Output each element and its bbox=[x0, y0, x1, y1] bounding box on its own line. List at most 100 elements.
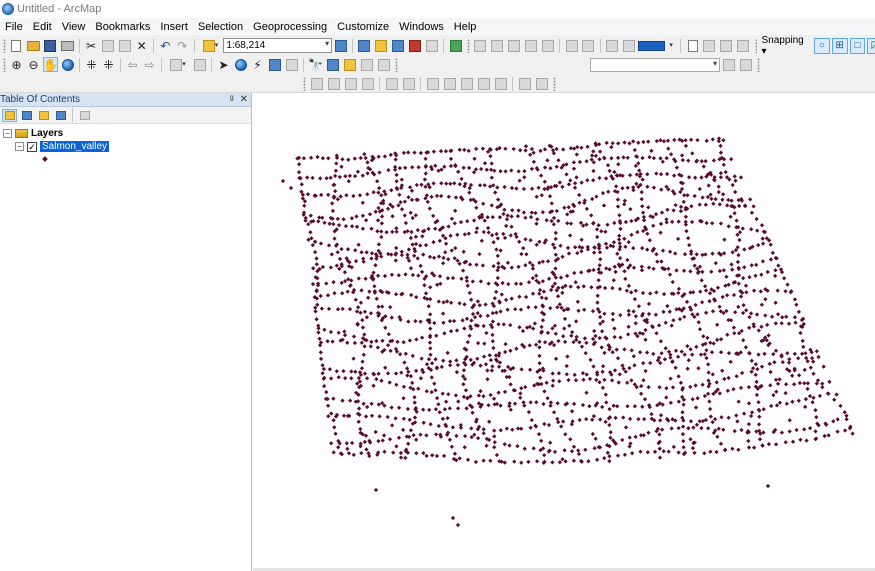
reshape-button[interactable] bbox=[490, 38, 505, 53]
layer-visibility-checkbox[interactable]: ✓ bbox=[27, 141, 37, 152]
draw-tool-5[interactable] bbox=[384, 76, 399, 91]
redo-button[interactable]: ↷ bbox=[175, 38, 190, 53]
layer-outline-button[interactable] bbox=[622, 38, 637, 53]
zoom-out-button[interactable]: ⊖ bbox=[26, 57, 41, 72]
draw-tool-13[interactable] bbox=[534, 76, 549, 91]
full-extent-button[interactable] bbox=[60, 57, 75, 72]
menu-selection[interactable]: Selection bbox=[198, 21, 243, 33]
snap-edge-button[interactable]: ◸ bbox=[867, 37, 875, 54]
toolbar-grip[interactable] bbox=[303, 76, 306, 91]
pan-button[interactable]: ✋ bbox=[43, 57, 58, 72]
draw-tool-2[interactable] bbox=[326, 76, 341, 91]
search-window-button[interactable] bbox=[391, 38, 406, 53]
print-button[interactable] bbox=[60, 38, 75, 53]
refresh-button[interactable] bbox=[719, 38, 734, 53]
edit-vertices-button[interactable] bbox=[473, 38, 488, 53]
snapping-menu[interactable]: Snapping ▾ bbox=[761, 35, 810, 57]
zoom-in-button[interactable]: ⊕ bbox=[9, 57, 24, 72]
layer-dropdown[interactable]: ▾ bbox=[590, 57, 720, 72]
menu-edit[interactable]: Edit bbox=[33, 21, 52, 33]
fixed-zoom-in-button[interactable]: ⁜ bbox=[84, 57, 99, 72]
draw-tool-3[interactable] bbox=[343, 76, 358, 91]
list-by-selection-button[interactable] bbox=[53, 109, 68, 122]
collapse-icon[interactable]: − bbox=[15, 142, 24, 151]
editor-toolbar-button[interactable] bbox=[333, 38, 348, 53]
toolbar-grip[interactable] bbox=[757, 57, 760, 72]
pause-drawing-button[interactable] bbox=[736, 38, 751, 53]
undo-button[interactable]: ↶ bbox=[158, 38, 173, 53]
menu-view[interactable]: View bbox=[62, 21, 86, 33]
go-to-xy-button[interactable] bbox=[342, 57, 357, 72]
draw-tool-9[interactable] bbox=[459, 76, 474, 91]
toolbar-grip[interactable] bbox=[553, 76, 556, 91]
list-by-drawing-order-button[interactable] bbox=[2, 108, 17, 122]
menu-insert[interactable]: Insert bbox=[160, 21, 188, 33]
menu-windows[interactable]: Windows bbox=[399, 21, 444, 33]
copy-button[interactable] bbox=[100, 38, 115, 53]
menu-file[interactable]: File bbox=[5, 21, 23, 33]
model-builder-button[interactable] bbox=[448, 38, 463, 53]
toc-window-button[interactable] bbox=[357, 38, 372, 53]
map-display[interactable] bbox=[253, 93, 875, 571]
split-button[interactable] bbox=[524, 38, 539, 53]
toolbar-grip[interactable] bbox=[395, 57, 398, 72]
menu-bookmarks[interactable]: Bookmarks bbox=[95, 21, 150, 33]
draw-tool-1[interactable] bbox=[309, 76, 324, 91]
draw-tool-7[interactable] bbox=[425, 76, 440, 91]
georef-button-1[interactable] bbox=[721, 57, 736, 72]
toolbar-grip[interactable] bbox=[754, 38, 758, 53]
map-canvas[interactable] bbox=[253, 93, 875, 571]
toolbar-grip[interactable] bbox=[3, 38, 6, 53]
select-elements-button[interactable]: ➤ bbox=[216, 57, 231, 72]
draw-tool-12[interactable] bbox=[517, 76, 532, 91]
find-route-button[interactable] bbox=[325, 57, 340, 72]
draw-tool-6[interactable] bbox=[401, 76, 416, 91]
draw-tool-4[interactable] bbox=[360, 76, 375, 91]
snap-end-button[interactable]: ⊞ bbox=[831, 37, 848, 54]
catalog-window-button[interactable] bbox=[374, 38, 389, 53]
color-dropdown-button[interactable]: ▾ bbox=[666, 38, 676, 53]
layer-color-button[interactable] bbox=[605, 38, 620, 53]
viewer-window-button[interactable] bbox=[376, 57, 391, 72]
cut-polygon-button[interactable] bbox=[507, 38, 522, 53]
list-by-visibility-button[interactable] bbox=[36, 109, 51, 122]
fixed-zoom-out-button[interactable]: ⁜ bbox=[101, 57, 116, 72]
snap-vertex-button[interactable]: □ bbox=[849, 37, 866, 54]
color-swatch[interactable] bbox=[637, 40, 666, 51]
clear-selection-button[interactable] bbox=[192, 57, 207, 72]
select-features-button[interactable]: ▾ bbox=[166, 57, 190, 72]
draw-tool-10[interactable] bbox=[476, 76, 491, 91]
paste-button[interactable] bbox=[117, 38, 132, 53]
tree-row-layer[interactable]: − ✓ Salmon_valley bbox=[3, 140, 251, 153]
pin-icon[interactable]: ᵍ bbox=[230, 94, 234, 105]
draw-tool-8[interactable] bbox=[442, 76, 457, 91]
identify-button[interactable] bbox=[233, 57, 248, 72]
find-button[interactable]: 🔭 bbox=[308, 57, 323, 72]
attributes-button[interactable] bbox=[581, 38, 596, 53]
data-frame-label[interactable]: Layers bbox=[31, 128, 63, 139]
open-button[interactable] bbox=[26, 38, 41, 53]
toolbar-grip[interactable] bbox=[467, 38, 470, 53]
data-view-button[interactable] bbox=[702, 38, 717, 53]
html-popup-button[interactable] bbox=[267, 57, 282, 72]
topology-edit-button[interactable] bbox=[564, 38, 579, 53]
forward-extent-button[interactable]: ⇨ bbox=[142, 57, 157, 72]
hyperlink-button[interactable]: ⚡ bbox=[250, 57, 265, 72]
collapse-icon[interactable]: − bbox=[3, 129, 12, 138]
time-slider-button[interactable] bbox=[359, 57, 374, 72]
rotate-button[interactable] bbox=[540, 38, 555, 53]
add-data-button[interactable]: ▾ bbox=[199, 38, 223, 53]
snap-point-button[interactable]: ○ bbox=[813, 37, 830, 54]
layer-name[interactable]: Salmon_valley bbox=[40, 141, 110, 152]
cut-button[interactable]: ✂ bbox=[84, 38, 99, 53]
back-extent-button[interactable]: ⇦ bbox=[125, 57, 140, 72]
map-scale-input[interactable]: 1:68,214 ▾ bbox=[223, 38, 333, 53]
arctoolbox-button[interactable] bbox=[408, 38, 423, 53]
menu-help[interactable]: Help bbox=[454, 21, 477, 33]
menu-customize[interactable]: Customize bbox=[337, 21, 389, 33]
python-window-button[interactable] bbox=[424, 38, 439, 53]
delete-button[interactable]: ✕ bbox=[134, 38, 149, 53]
tree-row-layers[interactable]: − Layers bbox=[3, 127, 251, 140]
measure-button[interactable] bbox=[284, 57, 299, 72]
draw-tool-11[interactable] bbox=[493, 76, 508, 91]
